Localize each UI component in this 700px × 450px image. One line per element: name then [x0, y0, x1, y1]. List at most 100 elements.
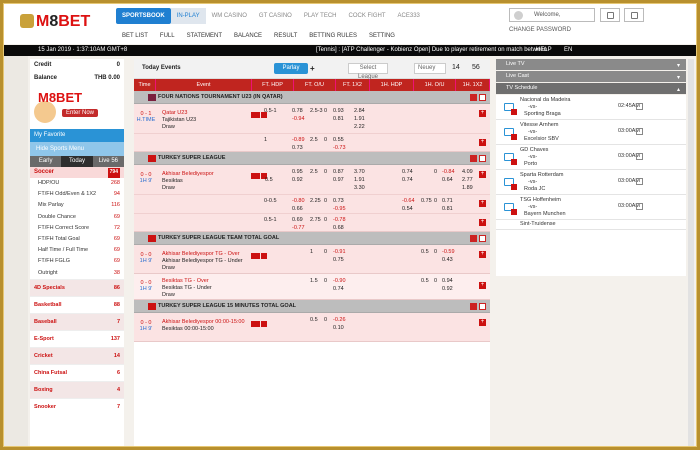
odds-cell[interactable]: 0.74 — [402, 177, 413, 183]
tab-live[interactable]: Live 56 — [93, 156, 124, 167]
add-bet-icon[interactable]: + — [479, 282, 486, 289]
team-home[interactable]: Besiktas TG - Over — [162, 278, 212, 285]
submenu-full[interactable]: FULL — [154, 30, 181, 42]
odds-cell[interactable]: -0.91 — [333, 249, 346, 255]
add-bet-icon[interactable]: + — [479, 251, 486, 258]
odds-cell[interactable]: 0.78 — [292, 108, 303, 114]
select-checkbox[interactable] — [636, 178, 643, 185]
odds-cell[interactable]: 0.66 — [292, 206, 303, 212]
tab-today[interactable]: Today — [61, 156, 93, 167]
welcome-box[interactable]: Welcome, — [509, 8, 595, 22]
help-link[interactable]: HELP — [536, 45, 552, 56]
odds-cell[interactable]: -0.78 — [333, 217, 346, 223]
soccer-subitem[interactable]: Mix Parlay 116 — [30, 200, 124, 211]
odds-cell[interactable]: 0.74 — [333, 286, 344, 292]
tv-schedule-item[interactable]: Sparta Rotterdam -vs- Roda JC 03:00AM — [496, 170, 686, 195]
menu-wm-casino[interactable]: WM CASINO — [206, 8, 253, 24]
odds-cell[interactable]: 0.74 — [402, 169, 413, 175]
live-tv-bar[interactable]: Live TV ▾ — [496, 59, 686, 70]
menu-play-tech[interactable]: PLAY TECH — [298, 8, 343, 24]
team-away[interactable]: Besiktas — [162, 178, 214, 185]
add-bet-icon[interactable]: + — [479, 219, 486, 226]
odds-cell[interactable]: 0.68 — [333, 225, 344, 231]
soccer-subitem[interactable]: FT/FH Total Goal 69 — [30, 234, 124, 245]
submenu-bet-list[interactable]: BET LIST — [116, 30, 154, 42]
league-header[interactable]: TURKEY SUPER LEAGUE 15 MINUTES TOTAL GOA… — [134, 300, 490, 313]
odds-cell[interactable]: 0.64 — [442, 177, 453, 183]
scrollbar[interactable] — [688, 59, 694, 446]
soccer-subitem[interactable]: FT/FH Correct Score 72 — [30, 223, 124, 234]
submenu-setting[interactable]: SETTING — [363, 30, 401, 42]
odds-cell[interactable]: 2.77 — [462, 177, 473, 183]
add-bet-icon[interactable]: + — [479, 110, 486, 117]
odds-cell[interactable]: -0.26 — [333, 317, 346, 323]
select-league-button[interactable]: Select League — [348, 63, 388, 80]
odds-cell[interactable]: 3.70 — [354, 169, 365, 175]
odds-cell[interactable]: 4.09 — [462, 169, 473, 175]
tv-icon[interactable] — [251, 173, 260, 179]
odds-cell[interactable]: -0.84 — [442, 169, 455, 175]
team-draw[interactable]: Draw — [162, 292, 212, 299]
team-away[interactable]: Akhisar Belediyespor TG - Under — [162, 258, 243, 265]
team-draw[interactable]: Draw — [162, 124, 196, 131]
sport-item[interactable]: China Futsal 6 — [30, 363, 124, 381]
tv-schedule-item[interactable]: Nacional da Madeira -vs- Sporting Braga 02:… — [496, 95, 686, 120]
team-home[interactable]: Akhisar Belediyespor TG - Over — [162, 251, 243, 258]
logout-button[interactable] — [624, 8, 644, 22]
odds-cell[interactable]: 1.89 — [462, 185, 473, 191]
add-bet-icon[interactable]: + — [479, 139, 486, 146]
odds-cell[interactable]: 0.81 — [333, 116, 344, 122]
select-checkbox[interactable] — [636, 203, 643, 210]
select-checkbox[interactable] — [636, 153, 643, 160]
odds-cell[interactable]: 0.95 — [292, 169, 303, 175]
sport-item[interactable]: 4D Specials 86 — [30, 278, 124, 296]
odds-cell[interactable]: 0.73 — [333, 198, 344, 204]
league-header[interactable]: FOUR NATIONS TOURNAMENT U23 (IN QATAR) — [134, 91, 490, 104]
tv-icon[interactable] — [251, 112, 260, 118]
stats-icon[interactable] — [261, 253, 267, 259]
menu-ace333[interactable]: ACE333 — [392, 8, 426, 24]
my-favorite[interactable]: My Favorite — [30, 129, 124, 142]
parlay-button[interactable]: Parlay — [274, 63, 308, 74]
sport-item[interactable]: Snooker 7 — [30, 397, 124, 415]
odds-cell[interactable]: 0.87 — [333, 169, 344, 175]
odds-cell[interactable]: -0.73 — [333, 145, 346, 151]
tv-schedule-item[interactable]: Sint-Truidense — [496, 220, 686, 230]
odds-cell[interactable]: 0.54 — [402, 206, 413, 212]
menu-in-play[interactable]: IN-PLAY — [170, 8, 206, 24]
soccer-subitem[interactable]: HDP/OU 268 — [30, 178, 124, 189]
add-icon[interactable]: + — [310, 64, 315, 73]
odds-cell[interactable]: 0.73 — [292, 145, 303, 151]
sport-item[interactable]: Cricket 14 — [30, 346, 124, 364]
odds-cell[interactable]: 0.92 — [292, 177, 303, 183]
message-button[interactable] — [600, 8, 620, 22]
odds-cell[interactable]: 1.91 — [354, 116, 365, 122]
team-home[interactable]: Akhisar Belediyespor 00:00-15:00 — [162, 319, 245, 326]
team-home[interactable]: Qatar U23 — [162, 110, 196, 117]
stats-icon[interactable] — [261, 321, 267, 327]
odds-cell[interactable]: 2.84 — [354, 108, 365, 114]
ticker-message[interactable]: [Tennis] : [ATP Challenger - Kobienz Ope… — [316, 45, 547, 56]
hide-sports-menu[interactable]: Hide Sports Menu — [30, 142, 124, 156]
star-icon[interactable] — [470, 155, 477, 162]
odds-cell[interactable]: 0.92 — [442, 286, 453, 292]
odds-cell[interactable]: 0.43 — [442, 257, 453, 263]
odds-cell[interactable]: 0.69 — [292, 217, 303, 223]
menu-cock-fight[interactable]: COCK FIGHT — [343, 8, 392, 24]
odds-cell[interactable]: -0.95 — [333, 206, 346, 212]
odds-cell[interactable]: 1.91 — [354, 177, 365, 183]
tv-schedule-item[interactable]: TSG Hoffenheim -vs- Bayern Munchen 03:00AM — [496, 195, 686, 220]
soccer-subitem[interactable]: FT/FH FGLG 69 — [30, 256, 124, 267]
odds-cell[interactable]: 0.93 — [333, 108, 344, 114]
odds-cell[interactable]: 2.22 — [354, 124, 365, 130]
change-password-link[interactable]: CHANGE PASSWORD — [509, 27, 571, 33]
odds-cell[interactable]: 0.75 — [333, 257, 344, 263]
soccer-subitem[interactable]: Outright 38 — [30, 268, 124, 279]
soccer-subitem[interactable]: Double Chance 69 — [30, 212, 124, 223]
odds-cell[interactable]: 0.97 — [333, 177, 344, 183]
tv-icon[interactable] — [251, 321, 260, 327]
sort-dropdown[interactable]: Neuey — [414, 63, 446, 74]
tv-icon[interactable] — [251, 253, 260, 259]
star-icon[interactable] — [470, 235, 477, 242]
odds-cell[interactable]: -0.89 — [292, 137, 305, 143]
